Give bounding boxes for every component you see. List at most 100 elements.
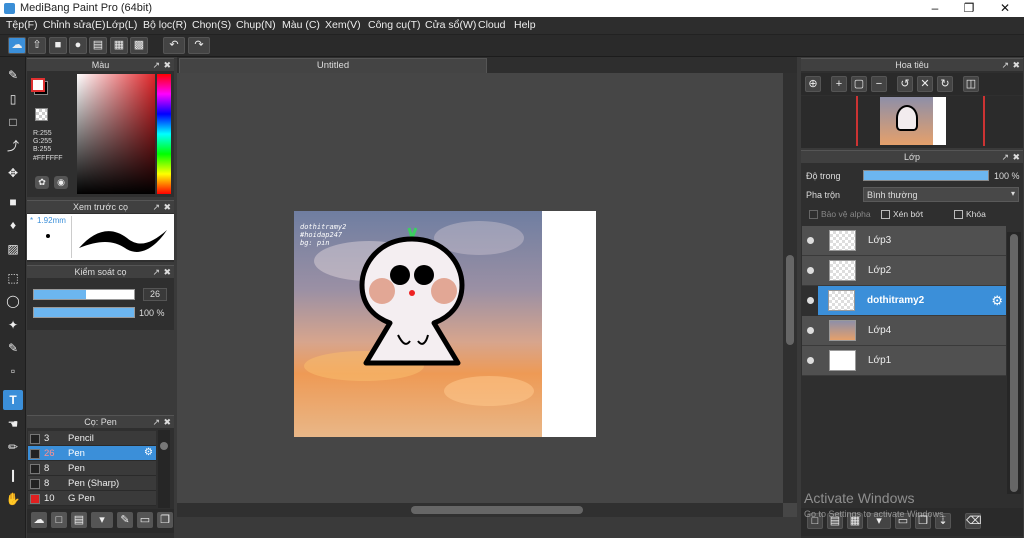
operation-tool-icon[interactable]: ☚: [3, 414, 23, 434]
layer-row[interactable]: Lớp4: [802, 316, 1006, 346]
brush-size-value[interactable]: 26: [143, 288, 167, 301]
visibility-eye-icon[interactable]: [807, 297, 814, 304]
menu-color[interactable]: Màu (C): [282, 19, 320, 31]
canvas-area[interactable]: dothitramy2 #hoidap247 bg: pin: [177, 73, 797, 517]
brush-folder-icon[interactable]: ▭: [137, 512, 153, 528]
navigator-preview[interactable]: [801, 96, 1023, 148]
menu-help[interactable]: Help: [514, 19, 536, 31]
document-canvas[interactable]: dothitramy2 #hoidap247 bg: pin: [294, 211, 596, 437]
page-icon[interactable]: ▤: [89, 37, 107, 54]
layers-scrollbar[interactable]: [1007, 232, 1021, 494]
menu-layer[interactable]: Lớp(L): [106, 19, 137, 31]
undock-icon[interactable]: ↗: [152, 416, 160, 428]
undock-icon[interactable]: ↗: [1001, 59, 1009, 71]
brush-list-scrollbar[interactable]: [158, 430, 170, 508]
panel-close-icon[interactable]: ✖: [1012, 151, 1020, 163]
menu-filter[interactable]: Bộ lọc(R): [143, 19, 187, 31]
move-tool-icon[interactable]: ✥: [3, 163, 23, 183]
menu-tools[interactable]: Công cụ(T): [368, 19, 421, 31]
brush-list-item[interactable]: 8 Pen: [28, 461, 156, 476]
panel-close-icon[interactable]: ✖: [163, 266, 171, 278]
select-pen-tool-icon[interactable]: ✎: [3, 338, 23, 358]
hue-slider[interactable]: [157, 74, 171, 194]
close-button[interactable]: ✕: [988, 0, 1022, 17]
bucket-tool-icon[interactable]: ♦: [3, 215, 23, 235]
brush-opacity-slider[interactable]: [33, 307, 135, 318]
undock-icon[interactable]: ↗: [152, 266, 160, 278]
canvas-horizontal-scrollbar[interactable]: [177, 503, 783, 517]
menu-capture[interactable]: Chụp(N): [236, 19, 276, 31]
visibility-eye-icon[interactable]: [807, 237, 814, 244]
visibility-eye-icon[interactable]: [807, 327, 814, 334]
flip-icon[interactable]: ◫: [963, 76, 979, 92]
layer-row[interactable]: Lớp3: [802, 226, 1006, 256]
undock-icon[interactable]: ↗: [1001, 151, 1009, 163]
zoom-in-icon[interactable]: ⊕: [805, 76, 821, 92]
canvas-vertical-scrollbar[interactable]: [783, 73, 797, 503]
color-history-icon[interactable]: ◉: [54, 176, 68, 189]
layer-row[interactable]: Lớp2: [802, 256, 1006, 286]
comment-icon[interactable]: ■: [49, 37, 67, 54]
lock-checkbox[interactable]: [954, 210, 963, 219]
zoom-plus-icon[interactable]: +: [831, 76, 847, 92]
brush-cloud-icon[interactable]: ☁: [31, 512, 47, 528]
layer-row[interactable]: dothitramy2 ⚙: [807, 286, 1006, 316]
undock-icon[interactable]: ↗: [152, 59, 160, 71]
brush-list-item[interactable]: 10 G Pen: [28, 491, 156, 506]
brush-list-item[interactable]: 8 Pen (Sharp): [28, 476, 156, 491]
lasso-tool-icon[interactable]: ◯: [3, 291, 23, 311]
menu-edit[interactable]: Chỉnh sửa(E): [43, 19, 105, 31]
gradient-tool-icon[interactable]: ▨: [3, 239, 23, 259]
zoom-out-icon[interactable]: −: [871, 76, 887, 92]
brush-tool-icon[interactable]: ✎: [3, 65, 23, 85]
visibility-eye-icon[interactable]: [807, 357, 814, 364]
protect-alpha-checkbox[interactable]: [809, 210, 818, 219]
eraser-tool-icon[interactable]: ▯: [3, 89, 23, 109]
divide-tool-icon[interactable]: ✏: [3, 437, 23, 457]
layer-opacity-slider[interactable]: [863, 170, 989, 181]
redo-icon[interactable]: ↷: [188, 37, 210, 54]
brush-new-icon[interactable]: ▤: [71, 512, 87, 528]
menu-cloud[interactable]: Cloud: [478, 19, 505, 31]
dot-tool-icon[interactable]: □: [3, 112, 23, 132]
team-icon[interactable]: ●: [69, 37, 87, 54]
brush-add-icon[interactable]: □: [51, 512, 67, 528]
brush-copy-icon[interactable]: ❐: [157, 512, 173, 528]
visibility-eye-icon[interactable]: [807, 267, 814, 274]
line-tool-icon[interactable]: ⤴: [3, 136, 23, 156]
magic-wand-tool-icon[interactable]: ✦: [3, 315, 23, 335]
shape-fill-tool-icon[interactable]: ■: [3, 192, 23, 212]
fit-icon[interactable]: ▢: [851, 76, 867, 92]
undo-icon[interactable]: ↶: [163, 37, 185, 54]
grid-icon[interactable]: ▩: [130, 37, 148, 54]
saturation-value-picker[interactable]: [77, 74, 155, 194]
gear-icon[interactable]: ⚙: [144, 447, 153, 458]
rotate-left-icon[interactable]: ↺: [897, 76, 913, 92]
clipping-checkbox[interactable]: [881, 210, 890, 219]
panel-close-icon[interactable]: ✖: [163, 59, 171, 71]
panel-close-icon[interactable]: ✖: [1012, 59, 1020, 71]
eyedropper-tool-icon[interactable]: ❙: [3, 465, 23, 485]
foreground-color-swatch[interactable]: [31, 78, 45, 92]
reset-view-icon[interactable]: ✕: [917, 76, 933, 92]
palette-icon[interactable]: ✿: [35, 176, 49, 189]
brush-edit-icon[interactable]: ✎: [117, 512, 133, 528]
layout-icon[interactable]: ▦: [110, 37, 128, 54]
menu-window[interactable]: Cửa sổ(W): [425, 19, 476, 31]
blend-mode-select[interactable]: Bình thường ▾: [863, 187, 1019, 202]
layer-row[interactable]: Lớp1: [802, 346, 1006, 376]
menu-select[interactable]: Chọn(S): [192, 19, 231, 31]
panel-close-icon[interactable]: ✖: [163, 416, 171, 428]
document-tab[interactable]: Untitled: [179, 58, 487, 73]
text-tool-icon[interactable]: T: [3, 390, 23, 410]
panel-close-icon[interactable]: ✖: [163, 201, 171, 213]
brush-menu-icon[interactable]: ▾: [91, 512, 113, 528]
share-icon[interactable]: ⇧: [28, 37, 46, 54]
maximize-button[interactable]: ❐: [952, 0, 986, 17]
transparent-swatch[interactable]: [35, 108, 48, 121]
menu-file[interactable]: Tệp(F): [6, 19, 38, 31]
hand-tool-icon[interactable]: ✋: [3, 489, 23, 509]
rotate-right-icon[interactable]: ↻: [937, 76, 953, 92]
undock-icon[interactable]: ↗: [152, 201, 160, 213]
select-eraser-tool-icon[interactable]: ▫: [3, 361, 23, 381]
